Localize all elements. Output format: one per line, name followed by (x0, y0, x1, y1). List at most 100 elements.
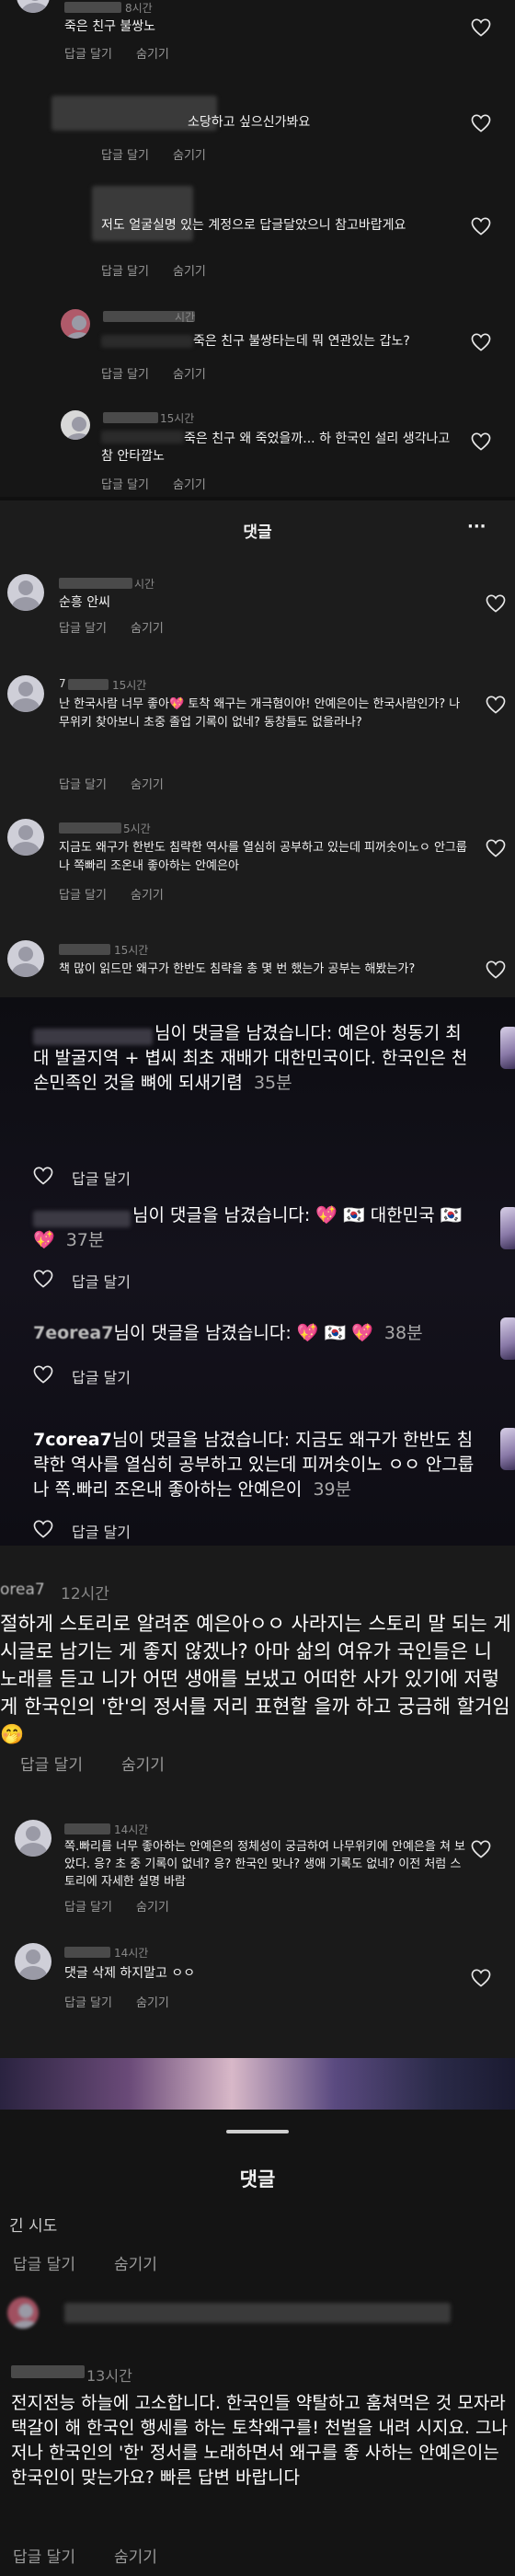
username-redacted[interactable] (64, 2, 121, 13)
reply-button[interactable]: 답글 달기 (101, 368, 149, 382)
redacted-comment-row (0, 2297, 515, 2334)
avatar[interactable] (61, 309, 90, 339)
avatar[interactable] (7, 2297, 39, 2329)
username[interactable]: orea7 (0, 1581, 45, 1599)
comment-actions: 답글 달기 숨기기 (59, 618, 188, 636)
heart-icon[interactable] (33, 1167, 53, 1185)
avatar[interactable] (7, 940, 44, 977)
notification-list: 님이 댓글을 남겼습니다: 예은아 청동기 최대 발굴지역 + 볍씨 최초 재배… (0, 997, 515, 1546)
comment-item: 소당하고 싶으신가봐요 답글 달기 숨기기 (0, 88, 515, 163)
username-redacted[interactable] (64, 1823, 110, 1834)
heart-icon[interactable] (471, 1840, 491, 1858)
heart-icon[interactable] (33, 1520, 53, 1538)
heart-icon[interactable] (486, 696, 506, 714)
hide-button[interactable]: 숨기기 (131, 889, 164, 903)
hide-button[interactable]: 숨기기 (173, 265, 206, 279)
comment-actions: 답글 달기 숨기기 (59, 885, 188, 903)
heart-icon[interactable] (471, 1969, 491, 1987)
notification-body: 님이 댓글을 남겼습니다: 예은아 청동기 최대 발굴지역 + 볍씨 최초 재배… (33, 1023, 468, 1093)
reply-button[interactable]: 답글 달기 (59, 622, 107, 636)
hide-button[interactable]: 숨기기 (114, 2256, 157, 2274)
username-redacted[interactable] (59, 578, 132, 589)
comment-time: 15시간 (112, 679, 147, 692)
reply-button[interactable]: 답글 달기 (72, 1270, 131, 1292)
comments-sheet: 댓글 긴 시도 답글 달기 숨기기 13시간 전지전능 하늘에 고소합니다. 한국… (0, 2058, 515, 2576)
reply-button[interactable]: 답글 달기 (13, 2256, 75, 2274)
hide-button[interactable]: 숨기기 (131, 622, 164, 636)
heart-icon[interactable] (471, 18, 491, 37)
notification-item: 7eorea7님이 댓글을 남겼습니다: 💖 🇰🇷 💖 38분 답글 달기 (0, 1317, 515, 1391)
comment-actions: 답글 달기 숨기기 (101, 364, 230, 382)
notification-item: 님이 댓글을 남겼습니다: 💖 🇰🇷 대한민국 🇰🇷 💖 37분 답글 달기 (0, 1200, 515, 1301)
hide-button[interactable]: 숨기기 (131, 778, 164, 792)
hide-button[interactable]: 숨기기 (173, 149, 206, 163)
avatar[interactable] (15, 1820, 52, 1857)
heart-icon[interactable] (486, 594, 506, 613)
hide-button[interactable]: 숨기기 (121, 1756, 165, 1775)
reply-button[interactable]: 답글 달기 (101, 149, 149, 163)
username-redacted[interactable] (59, 822, 121, 834)
hide-button[interactable]: 숨기기 (136, 48, 169, 62)
comment-actions: 답글 달기 숨기기 (64, 1897, 193, 1915)
hide-button[interactable]: 숨기기 (114, 2548, 157, 2567)
post-thumbnail[interactable] (500, 1428, 515, 1470)
avatar[interactable] (15, 1943, 52, 1980)
reply-button[interactable]: 답글 달기 (13, 2548, 75, 2567)
notification-text: 님이 댓글을 남겼습니다: 💖 🇰🇷 대한민국 🇰🇷 💖 37분 (33, 1203, 471, 1253)
username-redacted[interactable] (64, 1947, 110, 1958)
heart-icon[interactable] (471, 432, 491, 451)
post-thumbnail[interactable] (500, 1027, 515, 1069)
hide-button[interactable]: 숨기기 (173, 478, 206, 492)
reply-button[interactable]: 답글 달기 (72, 1167, 131, 1189)
hide-button[interactable]: 숨기기 (136, 1901, 169, 1915)
avatar[interactable] (7, 675, 44, 712)
reply-button[interactable]: 답글 달기 (72, 1365, 131, 1387)
reply-button[interactable]: 답글 달기 (101, 265, 149, 279)
panel-title: 댓글 (243, 523, 272, 542)
username-redacted[interactable] (103, 412, 158, 423)
reply-button[interactable]: 답글 달기 (20, 1756, 83, 1775)
heart-icon[interactable] (33, 1270, 53, 1288)
hide-button[interactable]: 숨기기 (136, 1996, 169, 2010)
username-redacted[interactable] (11, 2365, 85, 2378)
comment-item: 5시간 지금도 왜구가 한반도 침략한 역사를 열심히 공부하고 있는데 피꺼솟… (0, 819, 515, 911)
username[interactable]: 7 (59, 677, 66, 690)
reply-button[interactable]: 답글 달기 (59, 889, 107, 903)
avatar[interactable] (7, 574, 44, 611)
heart-icon[interactable] (486, 960, 506, 979)
heart-icon[interactable] (486, 839, 506, 857)
reply-button[interactable]: 답글 달기 (64, 1996, 112, 2010)
post-thumbnail[interactable] (500, 1207, 515, 1249)
sheet-drag-handle[interactable] (226, 2130, 289, 2133)
comment-item: 시간 죽은 친구 불쌍타는데 뭐 연관있는 갑노? 답글 달기 숨기기 (0, 304, 515, 386)
comment-actions: 답글 달기 숨기기 (101, 475, 230, 492)
reply-button[interactable]: 답글 달기 (64, 48, 112, 62)
notification-item: 님이 댓글을 남겼습니다: 예은아 청동기 최대 발굴지역 + 볍씨 최초 재배… (0, 1018, 515, 1202)
notification-username[interactable]: 7eorea7 (33, 1323, 113, 1343)
heart-icon[interactable] (471, 217, 491, 236)
heart-icon[interactable] (33, 1365, 53, 1384)
comment-actions: 답글 달기 숨기기 (59, 775, 188, 792)
comment-item: 15시간 책 많이 읽드만 왜구가 한반도 침략을 총 몇 번 했는가 공부는 … (0, 940, 515, 997)
more-options-icon[interactable]: ··· (467, 517, 486, 536)
heart-icon[interactable] (471, 114, 491, 132)
reply-button[interactable]: 답글 달기 (64, 1901, 112, 1915)
sheet-title: 댓글 (239, 2168, 276, 2191)
reply-button[interactable]: 답글 달기 (101, 478, 149, 492)
avatar[interactable] (7, 819, 44, 856)
avatar[interactable] (17, 0, 50, 13)
notification-time: 39분 (313, 1479, 352, 1500)
notification-username[interactable]: 7corea7 (33, 1430, 112, 1450)
comment-text: 소당하고 싶으신가봐요 (188, 115, 311, 130)
reply-button[interactable]: 답글 달기 (72, 1520, 131, 1542)
heart-icon[interactable] (471, 333, 491, 351)
username-redacted[interactable] (59, 944, 110, 955)
comment-text: 지금도 왜구가 한반도 침략한 역사를 열심히 공부하고 있는데 피꺼솟이노ㅇ … (59, 841, 467, 873)
hide-button[interactable]: 숨기기 (173, 368, 206, 382)
reply-button[interactable]: 답글 달기 (59, 778, 107, 792)
post-thumbnail[interactable] (500, 1317, 515, 1360)
partial-comment-text: 긴 시도 (9, 2217, 58, 2236)
comment-text: 쪽.빠리를 너무 좋아하는 안예은의 정체성이 궁금하여 나무위키에 안예은을 … (64, 1840, 466, 1889)
avatar[interactable] (61, 410, 90, 440)
username-redacted[interactable] (68, 679, 109, 690)
